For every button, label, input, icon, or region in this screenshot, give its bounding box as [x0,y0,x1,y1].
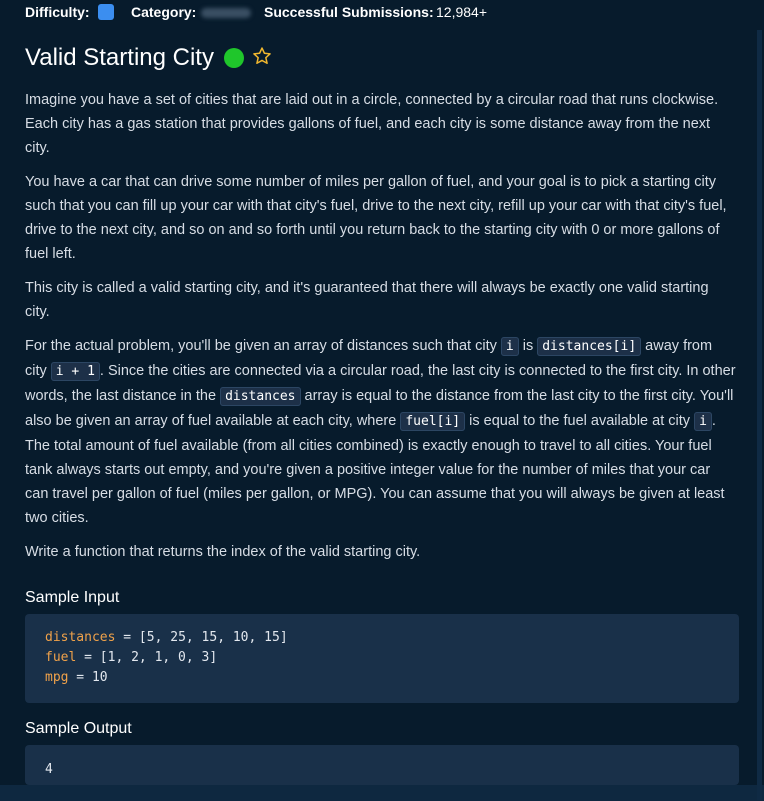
sample-input-code: distances = [5, 25, 15, 10, 15] fuel = [… [25,614,739,703]
inline-code: distances[i] [537,337,642,356]
text-span: For the actual problem, you'll be given … [25,338,501,354]
description-paragraph: You have a car that can drive some numbe… [25,174,727,262]
output-value: 4 [45,762,53,777]
description-paragraph: This city is called a valid starting cit… [25,280,709,320]
sample-output-code: 4 [25,745,739,785]
problem-meta-bar: Difficulty: Category: Successful Submiss… [0,0,764,26]
inline-code: distances [220,387,301,406]
inline-code: fuel[i] [400,412,466,431]
code-rest: = [1, 2, 1, 0, 3] [76,650,218,665]
submissions-label: Successful Submissions: [264,4,434,20]
category-label: Category: [131,4,197,20]
text-span: . The total amount of fuel available (fr… [25,413,725,526]
title-row: Valid Starting City [25,42,272,74]
text-span: is [518,338,538,354]
code-var: fuel [45,650,77,665]
code-line: fuel = [1, 2, 1, 0, 3] [45,650,217,665]
completed-status-icon [223,48,244,68]
code-var: distances [45,630,116,645]
bottom-panel-edge [0,785,764,801]
sample-output-heading: Sample Output [25,720,132,737]
sample-input-heading: Sample Input [25,589,120,606]
code-rest: = 10 [68,670,108,685]
scrollbar[interactable] [757,30,762,800]
inline-code: i [694,412,712,431]
code-line: mpg = 10 [45,670,108,685]
star-outline-icon[interactable] [252,46,272,70]
inline-code: i + 1 [50,362,100,381]
description-paragraph: For the actual problem, you'll be given … [25,334,737,530]
description-paragraph: Write a function that returns the index … [25,544,421,560]
code-line: distances = [5, 25, 15, 10, 15] [45,630,288,645]
code-var: mpg [45,670,69,685]
submissions-count: 12,984+ [436,4,487,20]
problem-description: Imagine you have a set of cities that ar… [25,88,737,574]
difficulty-label: Difficulty: [25,4,90,20]
category-value-hidden [201,8,251,18]
text-span: is equal to the fuel available at city [465,413,695,429]
problem-title: Valid Starting City [25,44,214,71]
code-rest: = [5, 25, 15, 10, 15] [115,630,288,645]
inline-code: i [500,337,519,356]
description-paragraph: Imagine you have a set of cities that ar… [25,92,719,156]
difficulty-indicator [98,4,114,20]
